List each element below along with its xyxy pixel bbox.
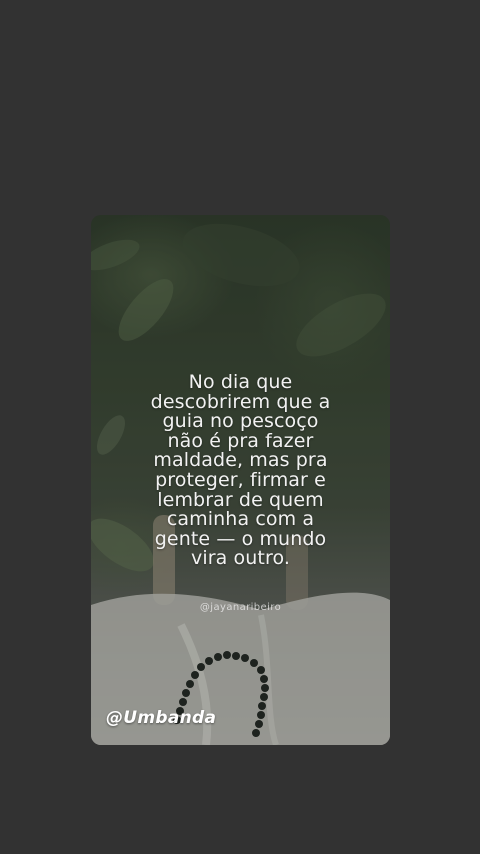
quote-text: No dia que descobrirem que a guia no pes… bbox=[111, 371, 370, 570]
story-card[interactable]: No dia que descobrirem que a guia no pes… bbox=[91, 215, 390, 745]
quote-line: No dia que bbox=[188, 371, 293, 393]
quote-line: guia no pescoço bbox=[162, 410, 319, 433]
author-handle: @jayanaribeiro bbox=[199, 602, 282, 613]
quote-line: vira outro. bbox=[191, 547, 290, 570]
quote-line: proteger, firmar e bbox=[155, 468, 326, 491]
story-screen: No dia que descobrirem que a guia no pes… bbox=[0, 0, 480, 854]
umbanda-mention-sticker[interactable]: @Umbanda bbox=[106, 708, 216, 728]
quote-line: caminha com a bbox=[166, 508, 315, 531]
